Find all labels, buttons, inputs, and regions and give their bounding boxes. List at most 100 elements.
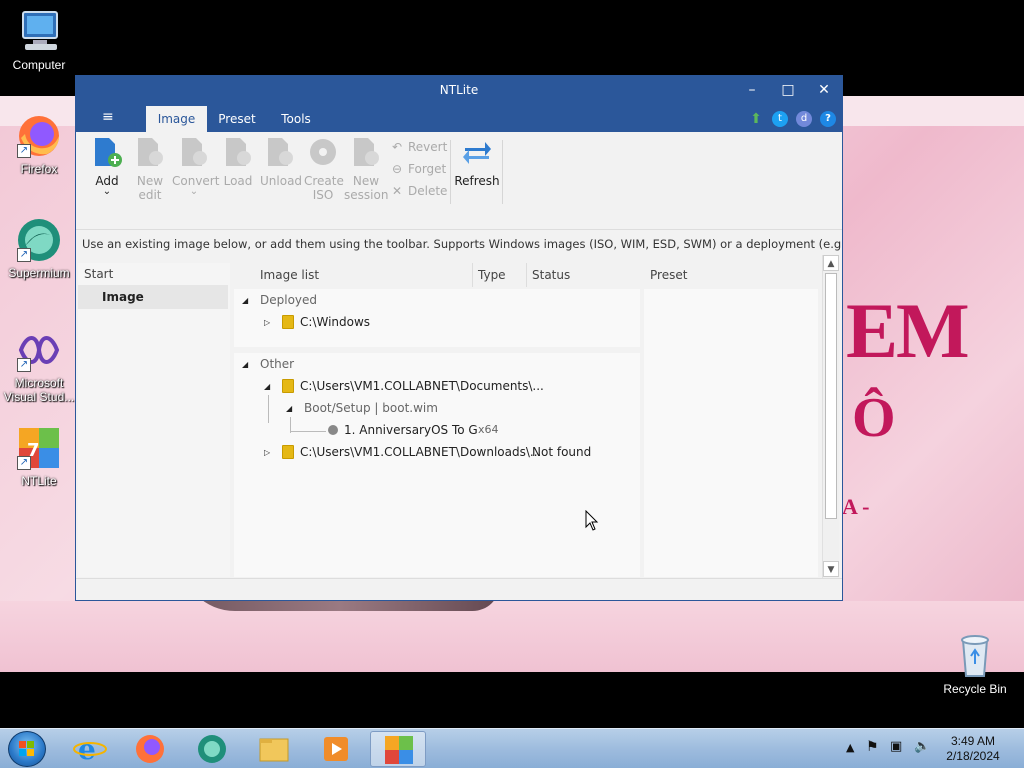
unload-button[interactable]: Unload [260,136,303,188]
tab-preset[interactable]: Preset [210,106,264,132]
discord-icon[interactable]: d [796,111,812,127]
collapse-triangle-icon[interactable]: ◢ [286,404,292,413]
network-icon[interactable]: ▣ [890,739,902,754]
scroll-up-icon[interactable]: ▲ [823,255,839,271]
column-separator [472,263,473,287]
folder-icon [282,445,294,459]
tree-line [268,395,269,423]
firefox-icon: ↗ [15,112,63,160]
volume-muted-icon[interactable]: 🔈 [914,739,930,754]
column-header-status[interactable]: Status [532,268,570,282]
desktop-icon-supermium[interactable]: ↗ Supermium [0,216,78,280]
twitter-icon[interactable]: t [772,111,788,127]
start-item-image[interactable]: Image [78,285,228,309]
shortcut-arrow-icon: ↗ [17,144,31,158]
add-button[interactable]: Add ⌄ [88,136,126,197]
new-edit-button[interactable]: New edit [132,136,168,202]
taskbar-media-player[interactable] [308,731,364,767]
convert-button[interactable]: Convert ⌄ [172,136,219,197]
ntlite-icon [385,736,413,764]
desktop-icon-label: Recycle Bin [943,682,1007,696]
list-item-anniversaryos[interactable]: 1. AnniversaryOS To G... [328,419,478,441]
column-header-type[interactable]: Type [478,268,506,282]
ntlite-icon: 7 ↗ [15,424,63,472]
convert-dropdown-icon[interactable]: ⌄ [172,187,216,197]
desktop-icon-label-line2: Visual Stud... [3,390,75,404]
collapse-triangle-icon[interactable]: ◢ [242,296,248,305]
list-item-deployed-windows[interactable]: C:\Windows [282,311,370,333]
desktop-icon-recycle-bin[interactable]: Recycle Bin [936,632,1014,696]
wallpaper-text-mid: Ô [852,387,896,449]
scrollbar-thumb[interactable] [825,273,837,519]
preset-list[interactable] [644,289,818,577]
wallpaper-text-big: EM [846,287,970,374]
taskbar-supermium[interactable] [184,731,240,767]
list-item-boot-setup[interactable]: Boot/Setup | boot.wim [304,397,438,419]
computer-icon [15,8,63,56]
start-button[interactable] [8,731,46,767]
status-bar [76,578,842,600]
vertical-scrollbar[interactable]: ▲ ▼ [822,255,839,579]
collapse-triangle-icon[interactable]: ◢ [242,360,248,369]
action-center-flag-icon[interactable]: ⚑ [866,739,879,755]
desktop-icon-label: NTLite [21,474,57,488]
desktop-icon-visual-studio[interactable]: ↗ Microsoft Visual Stud... [0,326,78,404]
delete-icon: ✕ [391,184,403,198]
help-icon[interactable]: ? [820,111,836,127]
collapse-triangle-icon[interactable]: ◢ [264,382,270,391]
new-session-button[interactable]: New session [344,136,388,202]
group-deployed: ◢ Deployed ▷ C:\Windows [234,289,640,347]
item-name: 1. AnniversaryOS To G... [344,423,478,437]
forget-label: Forget [408,162,447,176]
add-dropdown-icon[interactable]: ⌄ [88,187,126,197]
unload-label: Unload [260,174,303,188]
taskbar-ntlite[interactable] [370,731,426,767]
tab-image[interactable]: Image [146,106,207,132]
expand-triangle-icon[interactable]: ▷ [264,448,270,457]
item-name: C:\Windows [300,315,371,329]
close-button[interactable]: ✕ [806,76,842,105]
create-iso-button[interactable]: Create ISO [304,136,344,202]
tab-tools[interactable]: Tools [268,106,324,132]
desktop-icon-computer[interactable]: Computer [0,8,78,72]
delete-button[interactable]: ✕ Delete [390,184,447,198]
taskbar-explorer[interactable] [246,731,302,767]
shortcut-arrow-icon: ↗ [17,456,31,470]
taskbar-firefox[interactable] [122,731,178,767]
group-other: ◢ Other ◢ C:\Users\VM1.COLLABNET\Documen… [234,353,640,577]
convert-icon [178,136,210,168]
maximize-button[interactable]: □ [770,76,806,105]
mouse-cursor-icon [585,510,599,531]
tree-line [290,431,326,432]
revert-icon: ↶ [391,140,403,154]
title-bar[interactable]: NTLite – □ ✕ [76,76,842,105]
load-button[interactable]: Load [220,136,256,188]
refresh-button[interactable]: Refresh [454,136,500,188]
menu-icon[interactable]: ≡ [102,109,114,125]
ribbon-tabs: ≡ Image Preset Tools ⬆ t d ? [76,105,842,132]
show-hidden-icons[interactable]: ▲ [846,741,854,754]
refresh-icon [461,136,493,168]
scroll-down-icon[interactable]: ▼ [823,561,839,577]
desktop: EM Ô A - Computer ↗ Firefox ↗ Supermium … [0,0,1024,728]
supermium-icon: ↗ [15,216,63,264]
desktop-icon-label: Computer [12,58,66,72]
list-item-documents-image[interactable]: C:\Users\VM1.COLLABNET\Documents\... [282,375,544,397]
desktop-icon-ntlite[interactable]: 7 ↗ NTLite [0,424,78,488]
list-item-downloads-image[interactable]: C:\Users\VM1.COLLABNET\Downloads\... [282,441,541,463]
forget-button[interactable]: ⊖ Forget [390,162,446,176]
new-edit-icon [134,136,166,168]
item-name: C:\Users\VM1.COLLABNET\Documents\... [300,379,544,393]
desktop-icon-firefox[interactable]: ↗ Firefox [0,112,78,176]
revert-label: Revert [408,140,448,154]
expand-triangle-icon[interactable]: ▷ [264,318,270,327]
update-arrow-icon[interactable]: ⬆ [748,111,764,127]
new-session-icon [350,136,382,168]
column-header-image-list[interactable]: Image list [260,268,319,282]
toolbar-separator [502,140,503,204]
internet-explorer-icon: e [73,733,107,766]
minimize-button[interactable]: – [734,76,770,105]
revert-button[interactable]: ↶ Revert [390,140,447,154]
taskbar-ie[interactable]: e [62,731,118,767]
system-clock[interactable]: 3:49 AM 2/18/2024 [940,734,1006,764]
